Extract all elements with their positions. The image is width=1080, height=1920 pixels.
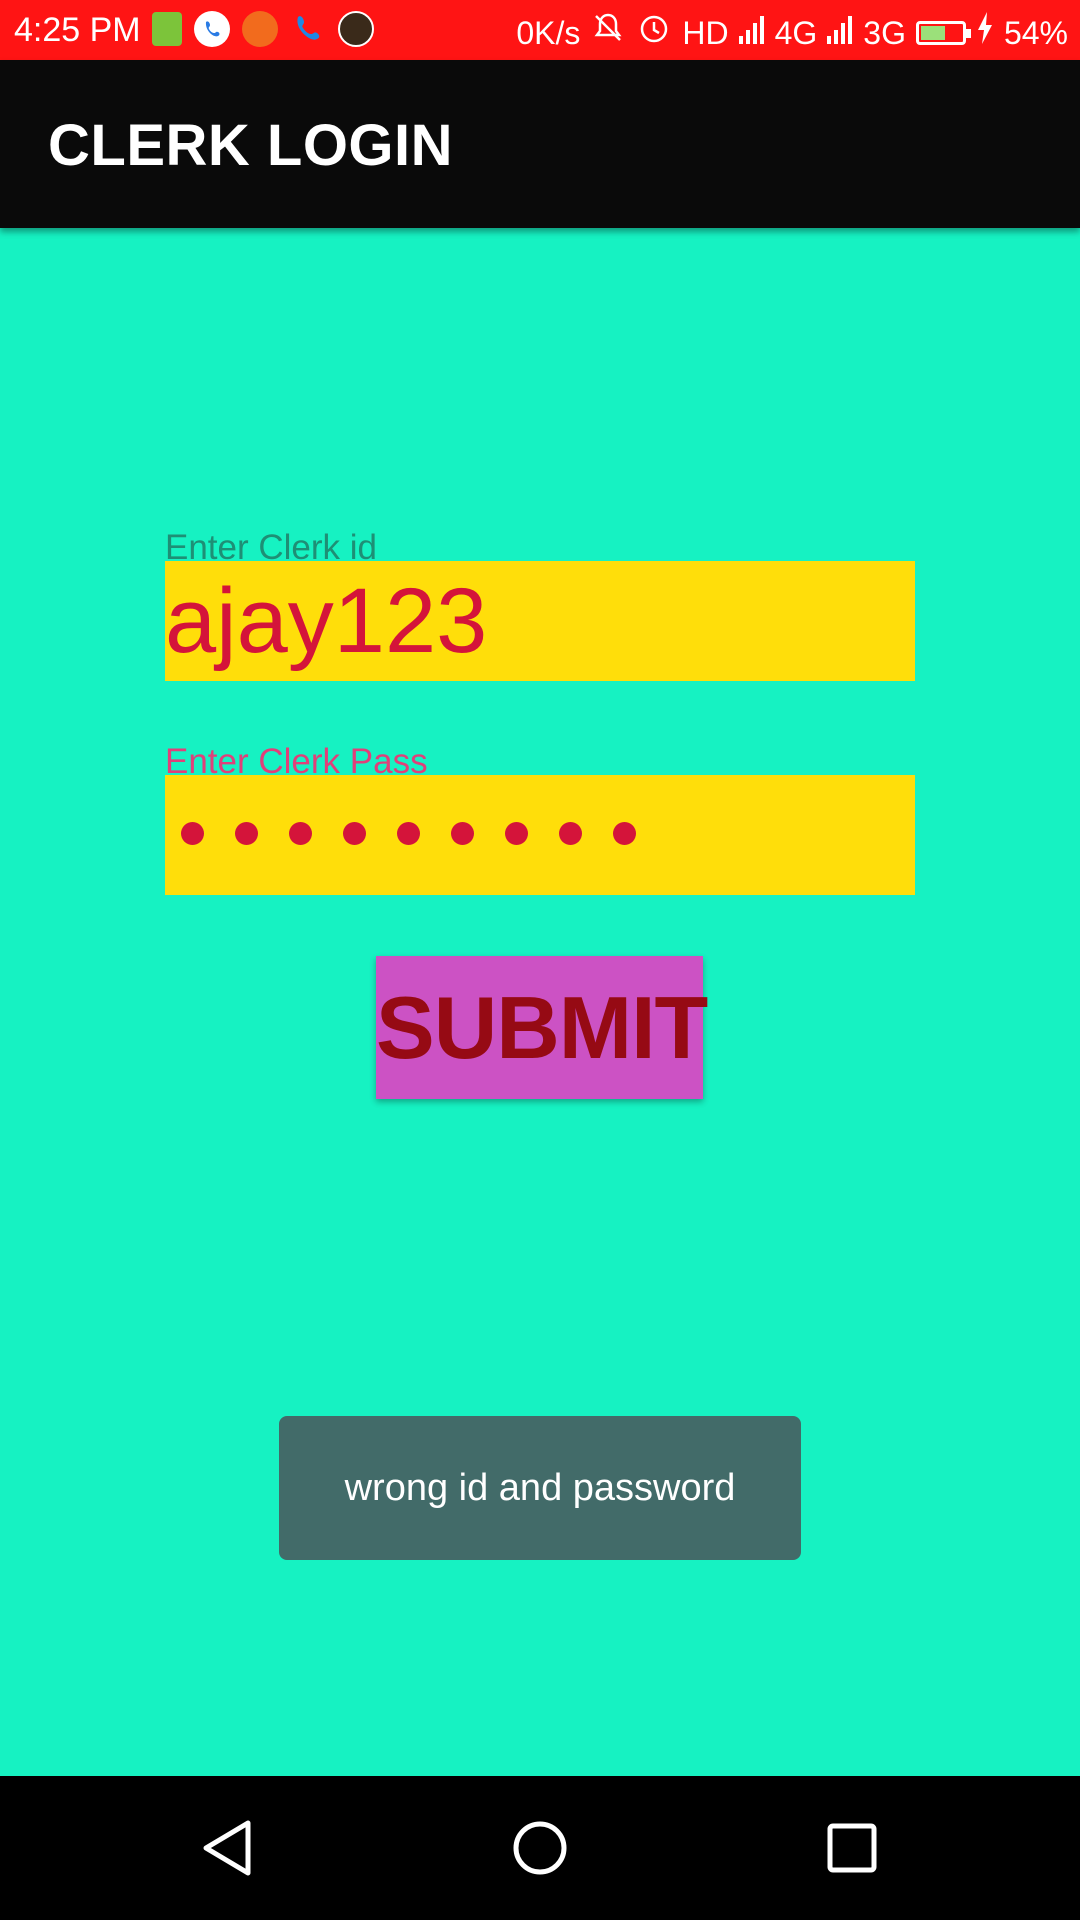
- password-dot: [181, 822, 204, 845]
- battery-percent: 54%: [1003, 14, 1068, 51]
- recents-icon: [827, 1823, 877, 1873]
- hd-label: HD: [682, 14, 729, 51]
- password-dot: [451, 822, 474, 845]
- password-dot: [505, 822, 528, 845]
- alarm-icon: [636, 10, 672, 55]
- screenshot-icon: [242, 11, 278, 47]
- submit-button[interactable]: SUBMIT: [376, 956, 708, 1099]
- message-icon: [152, 12, 182, 46]
- network-speed: 0K/s: [516, 14, 581, 51]
- network-type-2: 3G: [863, 14, 906, 51]
- back-button[interactable]: [168, 1776, 288, 1920]
- recents-button[interactable]: [792, 1776, 912, 1920]
- password-dot: [559, 822, 582, 845]
- notification-icons: [152, 11, 374, 47]
- home-button[interactable]: [480, 1776, 600, 1920]
- password-dot: [613, 822, 636, 845]
- clerk-id-input[interactable]: ajay123: [165, 561, 915, 681]
- charging-icon: [976, 12, 994, 53]
- navigation-bar: [0, 1776, 1080, 1920]
- phone-app-icon: [194, 11, 230, 47]
- call-recorder-icon: [338, 11, 374, 47]
- status-bar: 4:25 PM 0K/s HD 4G 3G 54%: [0, 0, 1080, 60]
- signal-icon: [827, 13, 853, 53]
- battery-icon: [915, 20, 971, 45]
- password-dot: [235, 822, 258, 845]
- back-icon: [203, 1820, 251, 1876]
- system-status: 0K/s HD 4G 3G 54%: [516, 10, 1068, 55]
- home-icon: [513, 1821, 567, 1875]
- page-title: CLERK LOGIN: [48, 113, 454, 178]
- password-dot: [397, 822, 420, 845]
- status-time: 4:25 PM: [14, 11, 141, 49]
- toast-message: wrong id and password: [279, 1416, 801, 1560]
- clerk-pass-input[interactable]: [165, 775, 915, 895]
- password-dot: [289, 822, 312, 845]
- bell-off-icon: [590, 10, 626, 55]
- network-type-1: 4G: [774, 14, 818, 51]
- app-bar: CLERK LOGIN: [0, 60, 1080, 228]
- password-dot: [343, 822, 366, 845]
- call-icon: [290, 11, 326, 47]
- signal-icon: [738, 13, 765, 53]
- password-mask: [181, 822, 636, 845]
